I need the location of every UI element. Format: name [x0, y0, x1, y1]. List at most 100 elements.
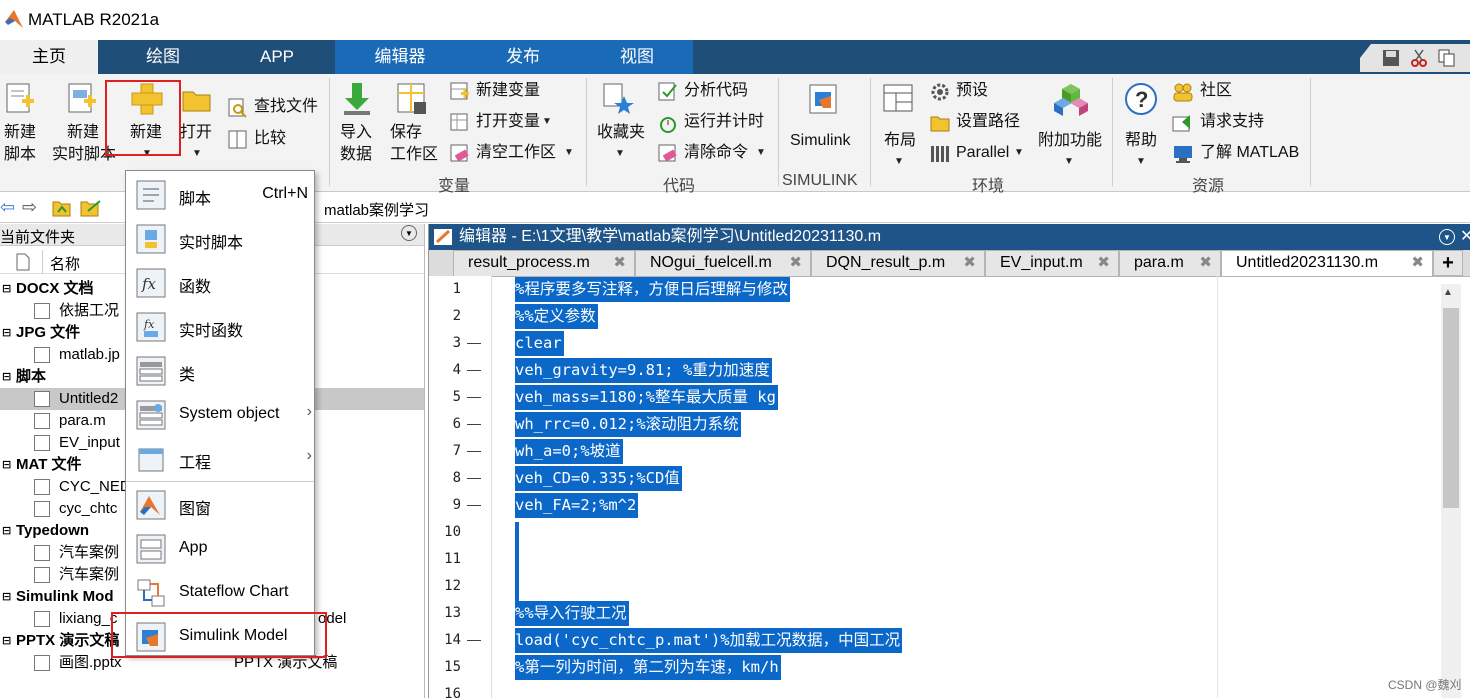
clear-commands-button[interactable]: 清除命令 ▼	[658, 142, 773, 166]
code-line[interactable]: wh_a=0;%坡道	[515, 439, 623, 464]
editor-tab[interactable]: result_process.m ✖	[453, 250, 635, 276]
clear-workspace-button[interactable]: 清空工作区 ▼	[450, 142, 580, 166]
menu-item-script[interactable]: 脚本 Ctrl+N	[126, 173, 314, 217]
breakpoint-dash[interactable]: —	[467, 388, 481, 404]
tab-apps[interactable]: APP	[228, 40, 326, 74]
learn-matlab-button[interactable]: 了解 MATLAB	[1172, 142, 1312, 166]
close-tab-icon[interactable]: ✖	[1097, 251, 1110, 275]
code-line[interactable]: veh_mass=1180;%整车最大质量 kg	[515, 385, 778, 410]
open-variable-button[interactable]: 打开变量 ▼	[450, 111, 580, 135]
current-path[interactable]: matlab案例学习	[324, 199, 429, 220]
compare-button[interactable]: 比较	[228, 128, 308, 152]
editor-tab[interactable]: DQN_result_p.m ✖	[811, 250, 985, 276]
analyze-code-button[interactable]: 分析代码	[658, 80, 768, 104]
copy-icon[interactable]	[1438, 49, 1456, 67]
simulink-button[interactable]: Simulink	[786, 82, 860, 166]
menu-item-live-function[interactable]: fx 实时函数	[126, 305, 314, 349]
scroll-up-arrow-icon[interactable]: ▲	[1443, 287, 1453, 298]
menu-item-project[interactable]: 工程 ›	[126, 437, 314, 481]
code-line[interactable]: %%导入行驶工况	[515, 601, 629, 626]
editor-tab[interactable]: NOgui_fuelcell.m ✖	[635, 250, 811, 276]
run-and-time-button[interactable]: 运行并计时	[658, 111, 778, 135]
collapse-icon[interactable]: ⊟	[2, 278, 11, 300]
breakpoint-dash[interactable]: —	[467, 631, 481, 647]
breakpoint-dash[interactable]: —	[467, 442, 481, 458]
menu-item-stateflow[interactable]: Stateflow Chart	[126, 571, 314, 615]
menu-item-figure[interactable]: 图窗	[126, 483, 314, 527]
code-line[interactable]: %第一列为时间，第二列为车速，km/h	[515, 655, 781, 680]
collapse-icon[interactable]: ⊟	[2, 366, 11, 388]
code-line[interactable]: load('cyc_chtc_p.mat')%加载工况数据，中国工况	[515, 628, 903, 653]
request-support-button[interactable]: 请求支持	[1172, 111, 1272, 135]
close-tab-icon[interactable]: ✖	[789, 251, 802, 275]
tab-home[interactable]: 主页	[0, 40, 98, 74]
collapse-icon[interactable]: ⊟	[2, 520, 11, 542]
close-tab-icon[interactable]: ✖	[613, 251, 626, 275]
save-workspace-button[interactable]: 保存 工作区	[388, 82, 438, 166]
editor-tab[interactable]: Untitled20231130.m ✖	[1221, 250, 1433, 276]
menu-item-function[interactable]: fx 函数	[126, 261, 314, 305]
preferences-label: 预设	[956, 82, 989, 99]
breakpoint-dash[interactable]: —	[467, 496, 481, 512]
open-button[interactable]: 打开 ▼	[180, 82, 220, 166]
save-icon[interactable]	[1382, 49, 1400, 67]
parallel-button[interactable]: Parallel ▼	[930, 142, 1030, 166]
editor-menu-icon[interactable]: ▼	[1439, 229, 1455, 245]
close-tab-icon[interactable]: ✖	[1411, 251, 1424, 275]
breakpoint-dash[interactable]: —	[467, 361, 481, 377]
file-icon	[34, 413, 50, 429]
code-line[interactable]: veh_gravity=9.81; %重力加速度	[515, 358, 772, 383]
collapse-icon[interactable]: ⊟	[2, 322, 11, 344]
learn-matlab-icon	[1174, 146, 1192, 163]
simulink-label: Simulink	[790, 132, 851, 149]
menu-shortcut: Ctrl+N	[262, 185, 308, 202]
editor-tab[interactable]: EV_input.m ✖	[985, 250, 1119, 276]
new-variable-button[interactable]: 新建变量	[450, 80, 580, 104]
addons-button[interactable]: 附加功能 ▼	[1036, 82, 1106, 167]
group-label: PPTX 演示文稿	[16, 632, 120, 649]
panel-menu-icon[interactable]: ▼	[401, 225, 417, 241]
name-column-header[interactable]: 名称	[50, 253, 80, 274]
menu-item-class[interactable]: 类	[126, 349, 314, 393]
menu-item-system-object[interactable]: System object ›	[126, 393, 314, 437]
tab-view[interactable]: 视图	[581, 40, 693, 74]
menu-item-app[interactable]: App	[126, 527, 314, 571]
set-path-button[interactable]: 设置路径	[930, 111, 1030, 135]
collapse-icon[interactable]: ⊟	[2, 630, 11, 652]
find-files-button[interactable]: 查找文件	[228, 96, 328, 120]
scrollbar-thumb[interactable]	[1443, 308, 1459, 508]
layout-button[interactable]: 布局 ▼	[880, 82, 920, 167]
breakpoint-dash[interactable]: —	[467, 415, 481, 431]
up-folder-icon[interactable]	[52, 199, 72, 217]
code-line[interactable]: wh_rrc=0.012;%滚动阻力系统	[515, 412, 741, 437]
editor-tab[interactable]: para.m ✖	[1119, 250, 1221, 276]
code-line[interactable]: veh_CD=0.335;%CD值	[515, 466, 682, 491]
cut-icon[interactable]	[1410, 49, 1428, 67]
forward-arrow-icon[interactable]: ⇨	[22, 197, 37, 218]
back-arrow-icon[interactable]: ⇦	[0, 197, 15, 218]
new-tab-plus-icon[interactable]: +	[1433, 250, 1463, 276]
code-line[interactable]: veh_FA=2;%m^2	[515, 493, 639, 518]
code-line[interactable]: %%定义参数	[515, 304, 598, 329]
editor-close-icon[interactable]: ✕	[1460, 224, 1470, 250]
tab-plots[interactable]: 绘图	[114, 40, 212, 74]
menu-item-live-script[interactable]: 实时脚本	[126, 217, 314, 261]
collapse-icon[interactable]: ⊟	[2, 586, 11, 608]
community-button[interactable]: 社区	[1172, 80, 1242, 104]
code-line[interactable]: clear	[515, 331, 564, 356]
close-tab-icon[interactable]: ✖	[1199, 251, 1212, 275]
preferences-button[interactable]: 预设	[930, 80, 1000, 104]
help-button[interactable]: ? 帮助 ▼	[1122, 82, 1162, 167]
import-data-button[interactable]: 导入 数据	[338, 82, 378, 166]
breakpoint-dash[interactable]: —	[467, 469, 481, 485]
favorites-button[interactable]: 收藏夹 ▼	[596, 82, 648, 166]
new-script-button[interactable]: 新建 脚本	[2, 82, 38, 166]
clear-workspace-icon	[450, 144, 469, 162]
collapse-icon[interactable]: ⊟	[2, 454, 11, 476]
close-tab-icon[interactable]: ✖	[963, 251, 976, 275]
code-line[interactable]: %程序要多写注释，方便日后理解与修改	[515, 277, 790, 302]
tab-editor[interactable]: 编辑器	[335, 40, 465, 74]
breakpoint-dash[interactable]: —	[467, 334, 481, 350]
tab-publish[interactable]: 发布	[465, 40, 581, 74]
browse-folder-icon[interactable]	[80, 199, 102, 217]
